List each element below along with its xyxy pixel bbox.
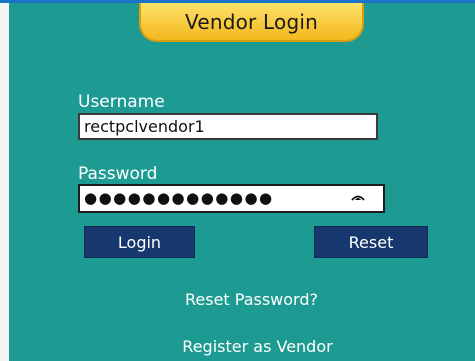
header-tab: Vendor Login: [139, 3, 364, 42]
username-input[interactable]: [78, 113, 378, 140]
reset-button[interactable]: Reset: [314, 226, 428, 258]
eye-icon[interactable]: [351, 193, 365, 205]
page-title: Vendor Login: [185, 9, 318, 34]
password-masked-value: ●●●●●●●●●●●●●: [84, 189, 274, 207]
vendor-login-panel: Vendor Login Username Password ●●●●●●●●●…: [0, 0, 475, 361]
password-input[interactable]: ●●●●●●●●●●●●●: [78, 184, 385, 213]
username-label: Username: [78, 92, 165, 112]
login-button[interactable]: Login: [84, 226, 195, 258]
reset-password-link[interactable]: Reset Password?: [0, 290, 475, 309]
password-label: Password: [78, 164, 158, 184]
register-vendor-link[interactable]: Register as Vendor: [0, 337, 475, 356]
